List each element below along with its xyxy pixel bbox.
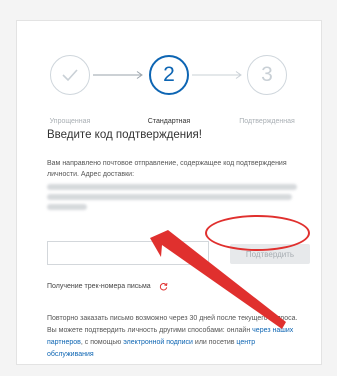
step-1-check-icon <box>50 55 90 95</box>
delivery-notice: Вам направлено почтовое отправление, сод… <box>47 158 302 213</box>
delivery-notice-text: Вам направлено почтовое отправление, сод… <box>47 160 287 178</box>
confirmation-code-input[interactable] <box>47 241 209 265</box>
step-3-circle: 3 <box>247 55 287 95</box>
step-arrow-2 <box>192 71 242 79</box>
tracking-label: Получение трек-номера письма <box>47 283 151 290</box>
progress-steps: 2 3 Упрощенная Стандартная Подтвержденна… <box>17 55 323 125</box>
step-3-number: 3 <box>261 63 273 86</box>
digital-signature-link[interactable]: электронной подписи <box>123 339 193 346</box>
step-2-label: Стандартная <box>147 118 191 125</box>
redacted-address-line-3 <box>47 204 87 210</box>
alternative-methods-text: Повторно заказать письмо возможно через … <box>47 313 302 361</box>
annotation-ring <box>205 215 310 251</box>
confirmation-card: 2 3 Упрощенная Стандартная Подтвержденна… <box>16 20 322 365</box>
redacted-address-line-1 <box>47 184 297 190</box>
redacted-address-line-2 <box>47 194 292 200</box>
step-3-label: Подтвержденная <box>239 118 295 125</box>
step-2-circle: 2 <box>149 55 189 95</box>
tracking-row: Получение трек-номера письма <box>47 282 168 291</box>
step-arrow-1 <box>93 71 143 79</box>
refresh-icon[interactable] <box>159 282 168 291</box>
page-title: Введите код подтверждения! <box>47 129 202 141</box>
footer-text-part-2: , с помощью <box>80 339 124 346</box>
step-1-label: Упрощенная <box>49 118 91 125</box>
footer-text-part-3: или посетив <box>192 339 237 346</box>
step-2-number: 2 <box>163 63 175 86</box>
